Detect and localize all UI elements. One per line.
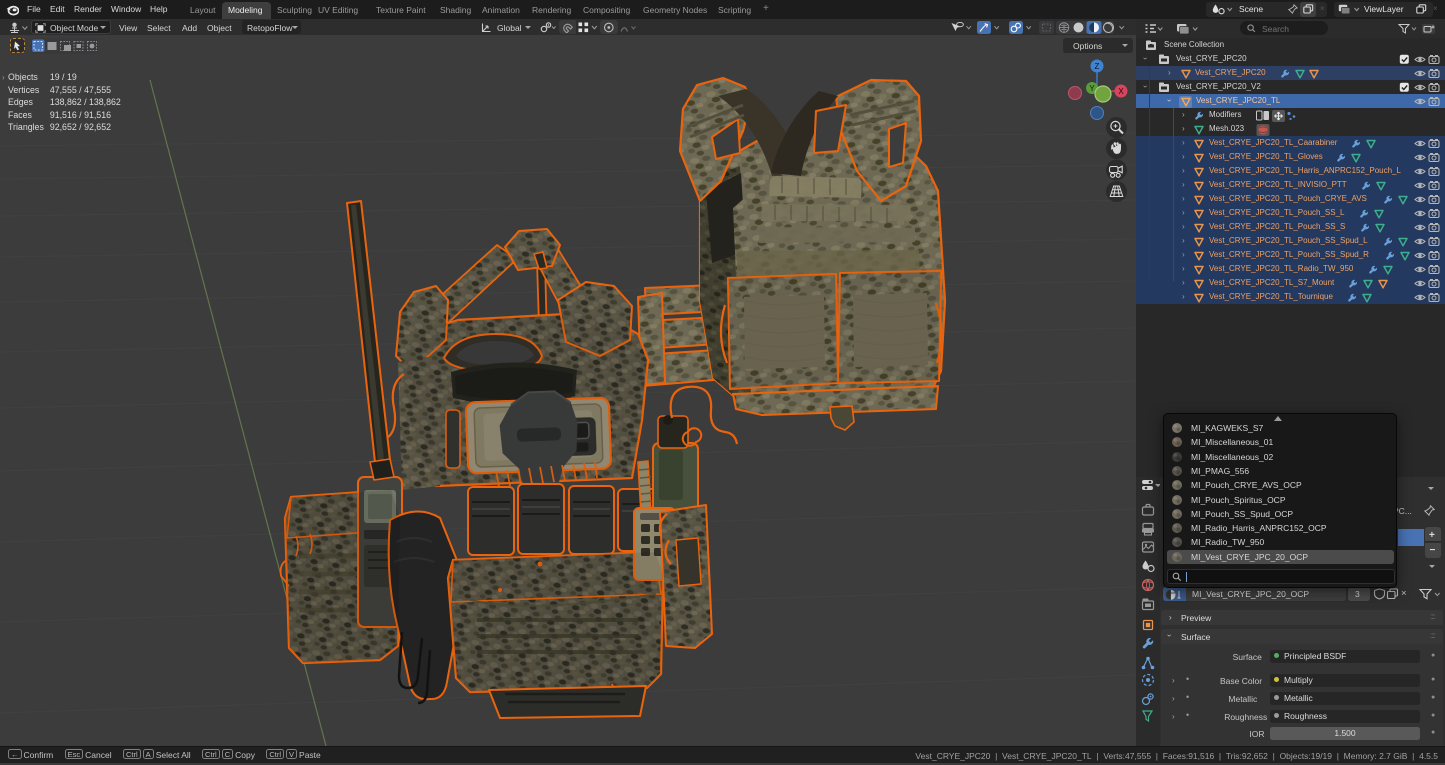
svg-text:X: X xyxy=(1118,87,1124,96)
svg-text:Y: Y xyxy=(1089,84,1095,93)
svg-text:Z: Z xyxy=(1095,62,1100,71)
